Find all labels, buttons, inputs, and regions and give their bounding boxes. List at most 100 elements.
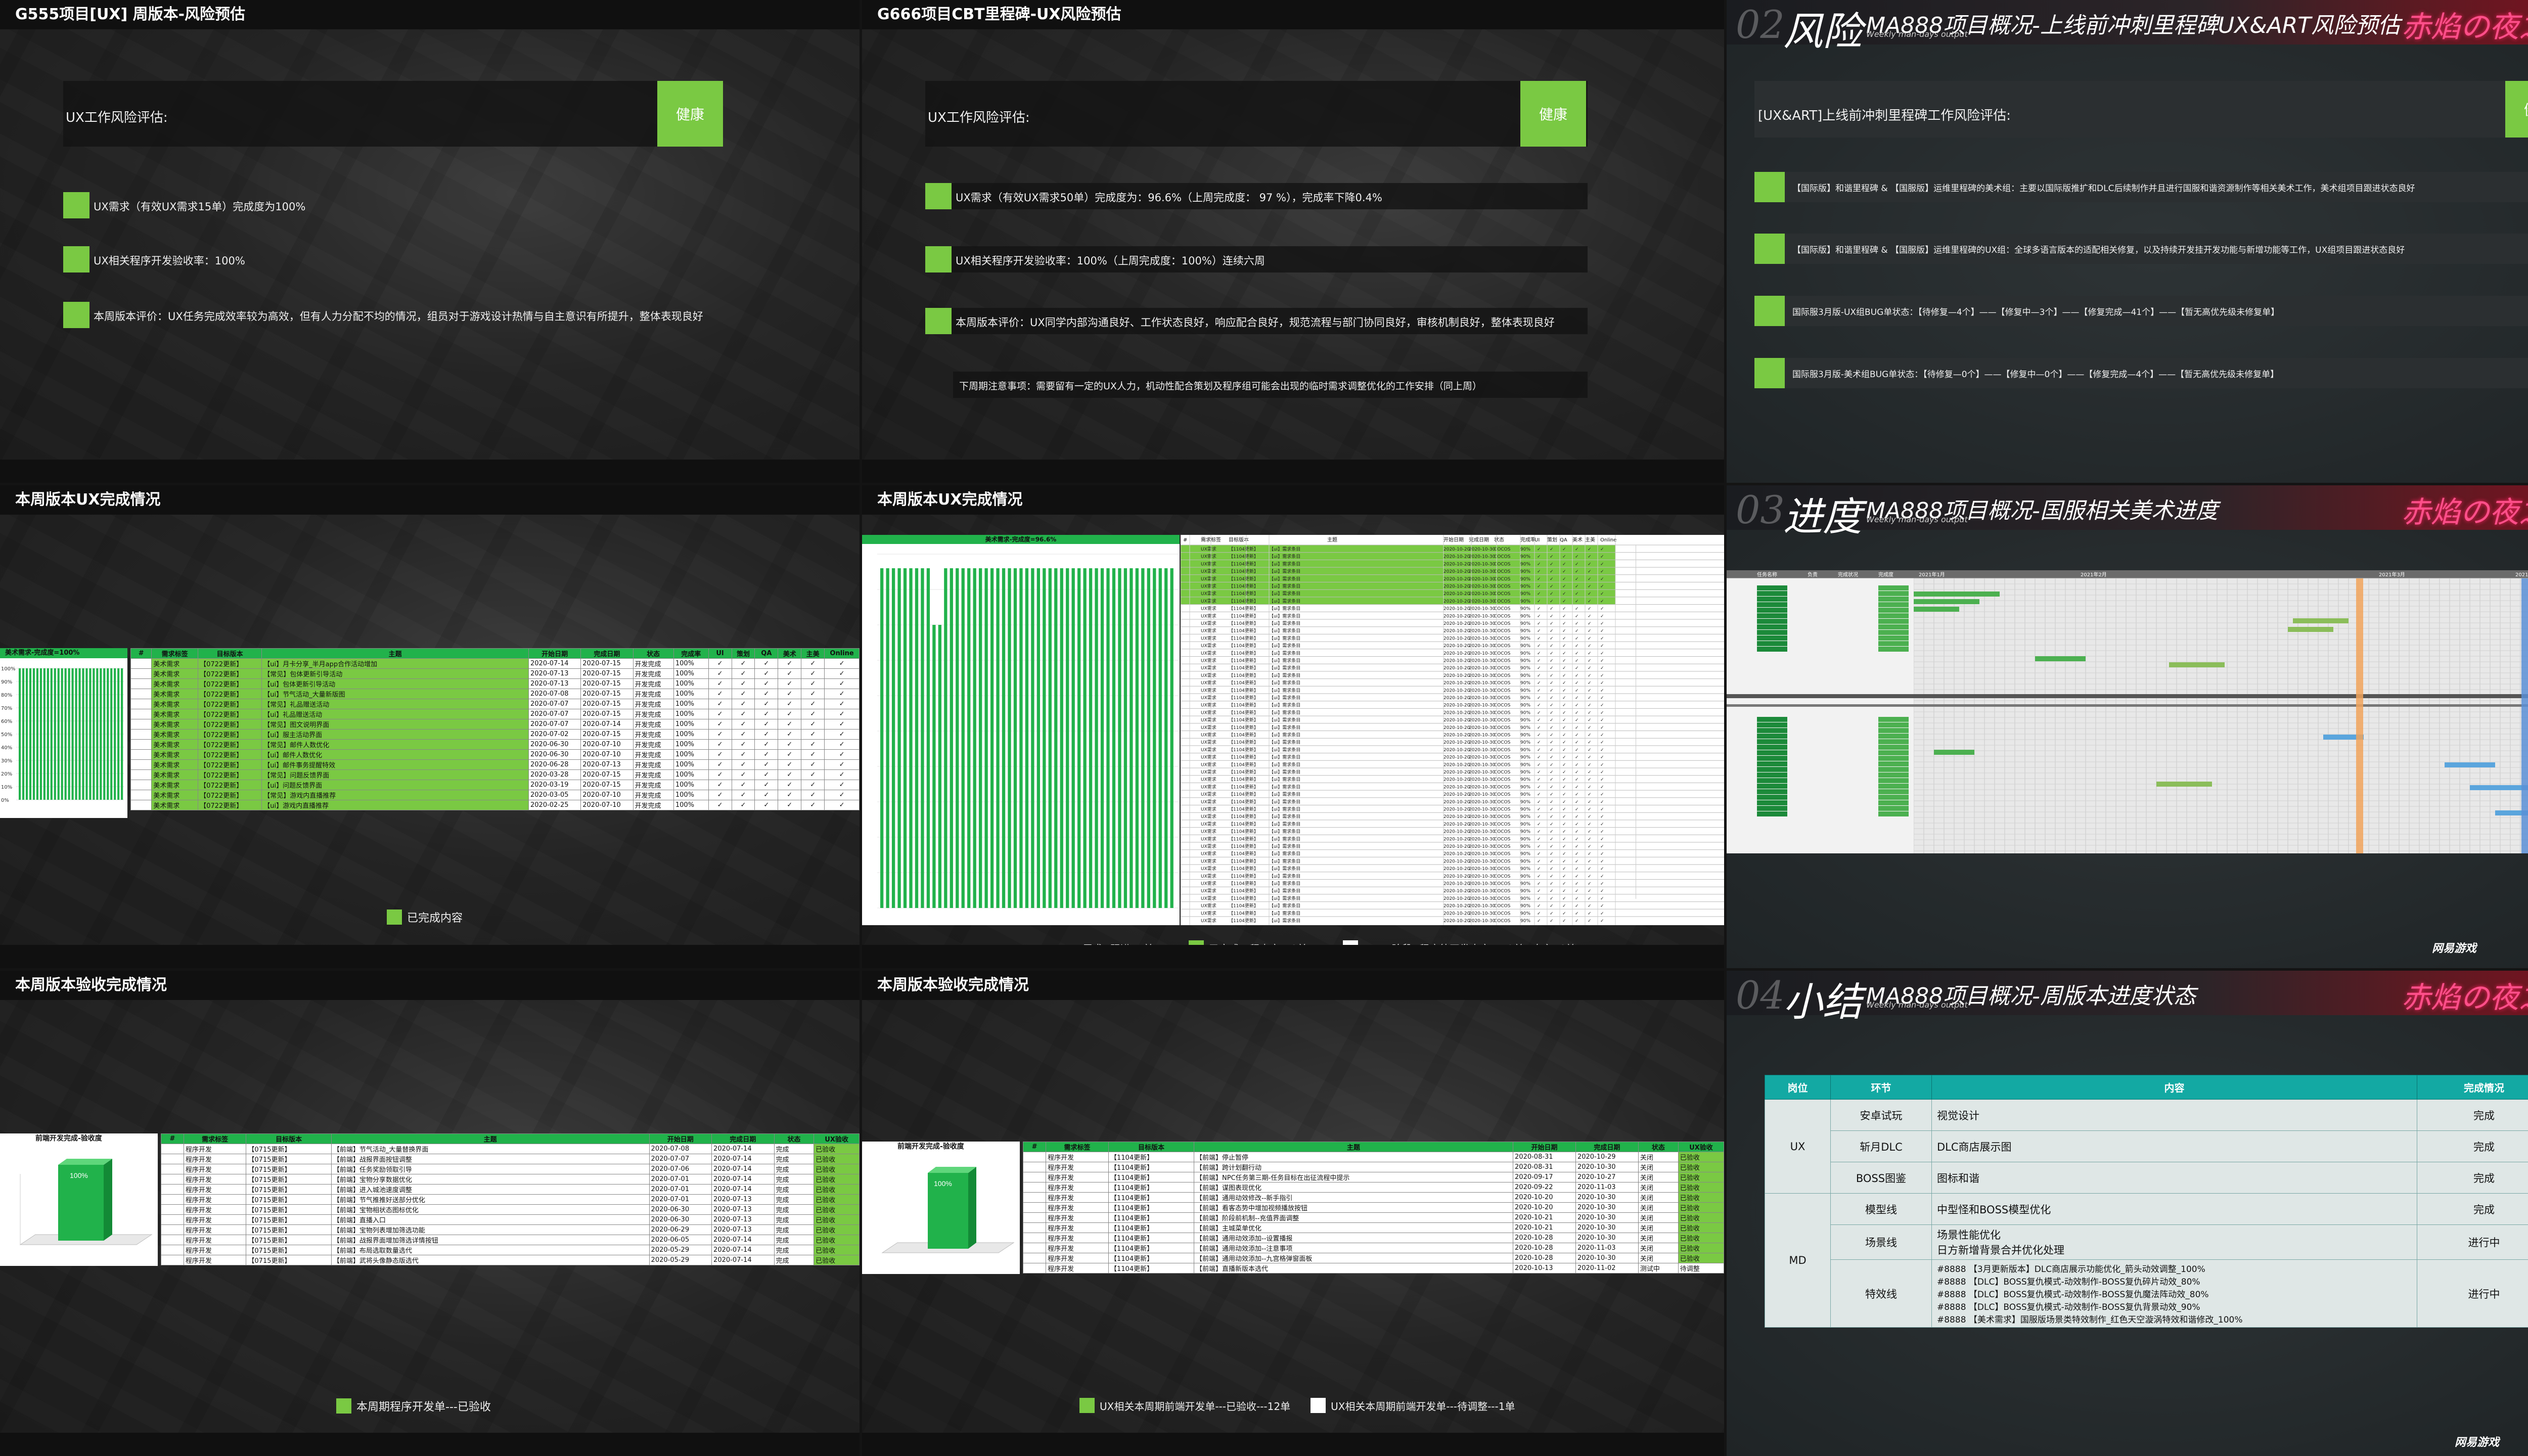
check-mark: ✓	[1550, 569, 1554, 574]
table-cell: 程序开发	[183, 1194, 247, 1205]
cell-label: UX需求	[1201, 903, 1216, 909]
check-mark: ✓	[1588, 688, 1592, 693]
cell-version: 【1104更新】	[1229, 658, 1258, 664]
bar	[121, 668, 123, 800]
table-row: 程序开发 【1104更新】 【前端】通用动效添加--注意事项 2020-10-28 20…	[1022, 1243, 1724, 1253]
check-mark: ✓	[1562, 904, 1566, 909]
task-name-cell	[1757, 722, 1787, 727]
progress-cell	[1878, 789, 1909, 794]
gantt-bar	[2293, 618, 2349, 623]
check-mark: ✓	[1537, 710, 1541, 715]
progress-cell	[1878, 619, 1909, 624]
check-cell: ✓	[824, 739, 860, 750]
column-header: Online	[1600, 537, 1616, 543]
bar	[100, 668, 102, 800]
table-cell: 【ui】服主活动界面	[261, 729, 529, 740]
check-mark: ✓	[1575, 792, 1579, 797]
gantt-month-label: 2021年3月	[2379, 571, 2405, 578]
acceptance-table: # 需求标签 目标版本 主题 开始日期 完成日期 状态 UX验收 程序开发 【0715更新】 【前…	[161, 1133, 860, 1265]
check-mark: ✓	[1575, 874, 1579, 879]
table-cell: 【前端】节气推推好送部分优化	[331, 1194, 650, 1205]
cell-end: 2020-10-30	[1469, 919, 1496, 924]
item-text: 【国际版】和谐里程碑 & 【国服版】运维里程碑的美术组：主要以国际版推扩和DLC…	[1792, 184, 2415, 194]
cell-start: 2020-10-20	[1443, 778, 1470, 783]
task-name-cell	[1757, 641, 1787, 646]
cell-pct: 90%	[1520, 733, 1530, 738]
cell-topic: 【ui】需求条目	[1269, 754, 1300, 760]
check-cell: ✓	[754, 739, 779, 750]
section-banner: 03 进度 MA888项目概况-国服相关美术进度 Weekly man-days…	[1727, 485, 2528, 540]
cell-start: 2020-10-20	[1443, 770, 1470, 775]
bar	[68, 668, 70, 800]
task-name-cell	[1757, 806, 1787, 811]
table-cell: 【0722更新】	[198, 769, 262, 780]
acceptance-chart-panel: 前端开发完成-验收度 100%	[0, 1133, 158, 1266]
status-healthy-badge: 健康	[2505, 81, 2528, 138]
row-number-cell	[130, 699, 152, 709]
gantt-month-label: 2021年4月	[2515, 571, 2528, 578]
cell-label: UX需求	[1201, 568, 1216, 574]
column-header: 内容	[1931, 1075, 2417, 1100]
table-cell: 关闭	[1638, 1152, 1679, 1162]
cell-topic: 【ui】需求条目	[1269, 836, 1300, 842]
column-header: 完成日期	[1469, 536, 1489, 543]
check-mark: ✓	[1588, 547, 1592, 552]
check-mark: ✓	[1537, 718, 1541, 723]
check-mark: ✓	[1600, 762, 1604, 767]
table-cell: 美术需求	[151, 749, 199, 760]
cell-end: 2020-10-30	[1469, 844, 1496, 849]
cell-start: 2020-10-20	[1443, 688, 1470, 693]
table-cell: 待调整	[1678, 1263, 1724, 1273]
task-name-cell	[1757, 602, 1787, 607]
cell-version: 【1104更新】	[1229, 709, 1258, 715]
check-mark: ✓	[1550, 852, 1554, 857]
check-mark: ✓	[1562, 614, 1566, 619]
table-cell: 已验收	[814, 1245, 860, 1255]
check-mark: ✓	[1588, 807, 1592, 812]
table-cell: 2020-07-15	[580, 658, 634, 669]
check-mark: ✓	[1600, 584, 1604, 589]
role-cell: MD	[1765, 1193, 1831, 1328]
task-name-cell	[1757, 647, 1787, 652]
progress-cell	[1878, 739, 1909, 744]
cell-version: 【1104更新】	[1229, 695, 1258, 701]
gantt-col-header: 任务名称	[1757, 571, 1777, 578]
row-number-cell	[130, 749, 152, 760]
check-mark: ✓	[1562, 778, 1566, 783]
check-mark: ✓	[1562, 822, 1566, 827]
check-cell: ✓	[778, 800, 802, 810]
check-cell: ✓	[731, 678, 755, 689]
bar	[956, 568, 959, 908]
slide-acceptance-a: 本周版本验收完成情况 前端开发完成-验收度 100% # 需求标签 目标版本 主题 开始…	[0, 971, 860, 1456]
check-mark: ✓	[1537, 874, 1541, 879]
gantt-bar	[2288, 627, 2333, 632]
slide-ux-completion-b: 本周版本UX完成情况 美术需求-完成度=96.6% # 需求标签 目标版本 主题 开始日…	[862, 485, 1724, 968]
check-mark: ✓	[1600, 614, 1604, 619]
check-mark: ✓	[1550, 703, 1554, 708]
check-cell: ✓	[801, 780, 825, 790]
column-header: 美术	[1572, 536, 1583, 543]
progress-cell	[1878, 761, 1909, 766]
cell-pct: 90%	[1520, 659, 1530, 664]
cell-pct: 90%	[1520, 577, 1530, 582]
cell-start: 2020-10-20	[1443, 555, 1470, 560]
progress-cell	[1878, 624, 1909, 629]
check-mark: ✓	[1588, 770, 1592, 775]
progress-cell	[1878, 597, 1909, 602]
table-row: 程序开发 【0715更新】 【前端】进入城池速度调整 2020-07-01 2020-0…	[161, 1184, 860, 1195]
check-mark: ✓	[1550, 725, 1554, 731]
bar	[54, 668, 56, 800]
cell-topic: 【ui】需求条目	[1269, 732, 1300, 738]
table-cell: 完成	[774, 1144, 815, 1154]
row-number-cell	[1022, 1202, 1047, 1213]
task-name-cell	[1757, 717, 1787, 722]
check-mark: ✓	[1575, 577, 1579, 582]
row-number-cell	[130, 780, 152, 790]
check-mark: ✓	[1537, 837, 1541, 842]
table-cell: 完成	[774, 1184, 815, 1195]
table-cell: 【前端】直播入口	[331, 1214, 650, 1225]
check-mark: ✓	[1562, 673, 1566, 678]
check-mark: ✓	[1575, 555, 1579, 560]
table-cell: 【0722更新】	[198, 790, 262, 800]
table-cell: 完成	[774, 1204, 815, 1215]
